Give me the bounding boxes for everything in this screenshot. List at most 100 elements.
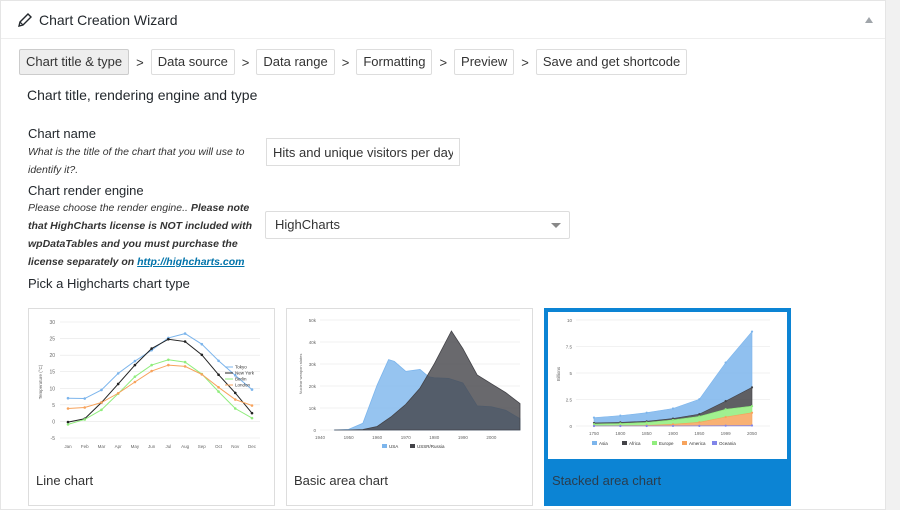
- data-point: [233, 398, 237, 401]
- data-point: [724, 415, 727, 419]
- x-tick-label: Jul: [165, 444, 171, 449]
- x-tick-label: Sep: [198, 444, 207, 449]
- step-chart-title-type[interactable]: Chart title & type: [19, 49, 130, 75]
- data-point: [167, 358, 170, 362]
- data-point: [619, 424, 622, 428]
- legend-label: Asia: [599, 441, 608, 446]
- legend-label: London: [235, 383, 251, 388]
- data-point: [200, 342, 204, 346]
- legend-swatch: [382, 444, 387, 448]
- x-tick-label: 2000: [486, 435, 497, 440]
- data-point: [83, 397, 87, 400]
- step-separator: >: [136, 54, 144, 70]
- y-tick-label: 40k: [309, 340, 317, 345]
- step-preview[interactable]: Preview: [454, 49, 515, 75]
- x-tick-label: Oct: [215, 444, 223, 449]
- step-formatting[interactable]: Formatting: [356, 49, 433, 75]
- render-engine-select[interactable]: HighCharts: [265, 211, 570, 239]
- highcharts-link[interactable]: http://highcharts.com: [137, 256, 244, 268]
- data-point: [200, 373, 204, 376]
- stacked-area-thumbnail: 0 2.5 5 7.5 10 Billions 1750 1800 1850 1900 1950 19…: [548, 312, 787, 459]
- x-tick-label: 1940: [315, 435, 326, 440]
- chart-name-description: What is the title of the chart that you …: [28, 146, 245, 176]
- legend-swatch: [622, 441, 627, 445]
- legend-label: Tokyo: [235, 365, 247, 370]
- data-point: [183, 360, 187, 364]
- chart-type-card-line[interactable]: -5 0 5 10 15 20 25 30 Temperature (°C) Jan Feb Mar A…: [28, 308, 275, 506]
- x-tick-label: 1970: [401, 435, 412, 440]
- y-tick-label: 30: [49, 320, 55, 326]
- data-point: [724, 408, 727, 411]
- x-tick-label: Apr: [115, 444, 123, 449]
- data-point: [645, 421, 648, 424]
- data-point: [150, 347, 153, 350]
- legend-label: America: [689, 441, 706, 446]
- y-tick-label: 30k: [309, 362, 317, 367]
- x-tick-label: 1980: [429, 435, 440, 440]
- step-save-shortcode[interactable]: Save and get shortcode: [535, 49, 688, 75]
- data-point: [698, 421, 701, 424]
- chart-name-input[interactable]: [266, 138, 460, 166]
- y-tick-label: 20: [49, 353, 55, 359]
- data-point: [250, 411, 254, 415]
- data-point: [698, 415, 701, 418]
- y-tick-label: 7.5: [566, 345, 573, 350]
- data-point: [724, 361, 727, 364]
- data-point: [750, 411, 754, 414]
- data-point: [100, 401, 103, 404]
- x-tick-label: 2050: [747, 431, 758, 436]
- step-data-source[interactable]: Data source: [150, 49, 235, 75]
- legend-swatch: [592, 441, 597, 445]
- render-engine-value: HighCharts: [275, 217, 341, 232]
- step-data-range[interactable]: Data range: [256, 49, 335, 75]
- x-tick-label: Aug: [181, 444, 190, 449]
- data-point: [83, 406, 87, 409]
- data-point: [116, 391, 120, 395]
- y-tick-label: 0: [313, 428, 316, 433]
- data-point: [750, 330, 754, 333]
- legend-swatch: [712, 441, 717, 445]
- collapse-arrow-icon[interactable]: [865, 17, 873, 23]
- legend-label: Oceania: [719, 441, 736, 446]
- data-point: [100, 408, 103, 412]
- data-point: [133, 359, 137, 363]
- x-tick-label: 1750: [589, 431, 600, 436]
- legend-label: USSR/Russia: [417, 444, 445, 449]
- data-point: [66, 407, 70, 410]
- pick-chart-type-title: Pick a Highcharts chart type: [28, 276, 190, 291]
- y-tick-label: -5: [51, 436, 56, 442]
- data-point: [250, 404, 254, 407]
- stacked-area-svg: 0 2.5 5 7.5 10 Billions 1750 1800 1850 1900 1950 19…: [556, 318, 770, 446]
- basic-area-thumbnail: 0 10k 20k 30k 40k 50k Nuclear weapon states 194…: [290, 312, 529, 459]
- series-line: [67, 338, 253, 423]
- y-tick-label: 10: [49, 386, 55, 392]
- section-title: Chart title, rendering engine and type: [27, 87, 258, 103]
- data-point: [698, 398, 701, 401]
- data-point: [671, 418, 675, 422]
- x-tick-label: 1990: [458, 435, 469, 440]
- legend-swatch: [682, 441, 687, 445]
- dropdown-caret-icon: [551, 223, 561, 228]
- basic-area-svg: 0 10k 20k 30k 40k 50k Nuclear weapon states 194…: [298, 318, 521, 449]
- chart-type-card-stacked-area[interactable]: 0 2.5 5 7.5 10 Billions 1750 1800 1850 1900 1950 19…: [544, 308, 791, 506]
- x-tick-label: Feb: [81, 444, 89, 449]
- step-separator: >: [241, 54, 250, 70]
- x-tick-label: 1850: [642, 431, 653, 436]
- data-point: [619, 414, 622, 417]
- x-tick-label: Dec: [248, 444, 257, 449]
- pencil-icon: [18, 12, 32, 27]
- x-tick-label: Nov: [231, 444, 240, 449]
- data-point: [750, 405, 754, 408]
- data-point: [671, 407, 675, 410]
- step-separator: >: [521, 54, 529, 70]
- chart-type-card-basic-area[interactable]: 0 10k 20k 30k 40k 50k Nuclear weapon states 194…: [286, 308, 533, 506]
- data-point: [217, 359, 220, 363]
- data-point: [724, 400, 727, 403]
- legend-label: Africa: [629, 441, 641, 446]
- data-point: [698, 413, 701, 416]
- legend-label: Berlin: [235, 377, 247, 382]
- y-tick-label: 10k: [309, 406, 317, 411]
- wizard-panel: Chart Creation Wizard Chart title & type…: [0, 0, 886, 510]
- data-point: [200, 353, 204, 357]
- step-separator: >: [341, 54, 350, 70]
